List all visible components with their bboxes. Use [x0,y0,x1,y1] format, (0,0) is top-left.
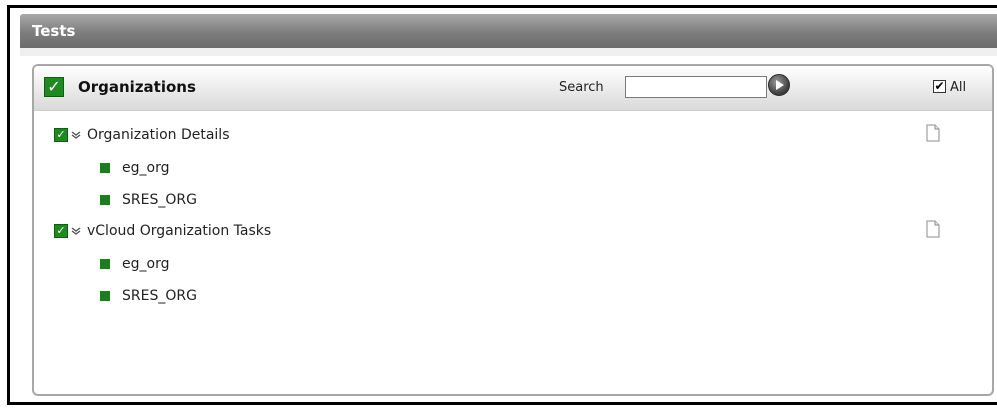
search-label: Search [559,80,604,95]
item-label: SRES_ORG [122,192,197,208]
document-icon[interactable] [926,220,940,238]
node-checkbox[interactable]: ✓ [54,128,68,142]
tests-window: Tests ✓ Organizations Search ✔ All ✓ Org… [7,5,997,405]
chevron-down-icon[interactable] [71,226,81,236]
organizations-panel: ✓ Organizations Search ✔ All ✓ Organizat… [32,64,994,396]
item-label: eg_org [122,256,170,272]
panel-title: Organizations [78,78,196,96]
tree-node-vcloud-organization-tasks[interactable]: ✓ vCloud Organization Tasks [54,221,271,241]
title-bar-shadow [20,48,997,56]
item-status-square [100,259,110,269]
search-input[interactable] [625,76,767,98]
panel-header: ✓ Organizations Search ✔ All [34,66,992,111]
search-go-button[interactable] [768,74,790,96]
play-arrow-icon [776,80,784,90]
item-status-square [100,291,110,301]
item-label: SRES_ORG [122,288,197,304]
list-item[interactable]: eg_org [100,254,169,274]
all-label: All [950,80,967,95]
window-title: Tests [32,22,76,40]
tree-node-organization-details[interactable]: ✓ Organization Details [54,125,230,145]
document-icon[interactable] [926,124,940,142]
node-label: vCloud Organization Tasks [87,223,272,239]
item-status-square [100,163,110,173]
node-checkbox[interactable]: ✓ [54,224,68,238]
list-item[interactable]: SRES_ORG [100,190,197,210]
list-item[interactable]: SRES_ORG [100,286,197,306]
organizations-checkbox[interactable]: ✓ [44,77,64,97]
node-label: Organization Details [87,127,230,143]
chevron-down-icon[interactable] [71,130,81,140]
item-status-square [100,195,110,205]
title-bar: Tests [20,14,997,48]
list-item[interactable]: eg_org [100,158,169,178]
all-checkbox[interactable]: ✔ [933,80,946,93]
item-label: eg_org [122,160,170,176]
